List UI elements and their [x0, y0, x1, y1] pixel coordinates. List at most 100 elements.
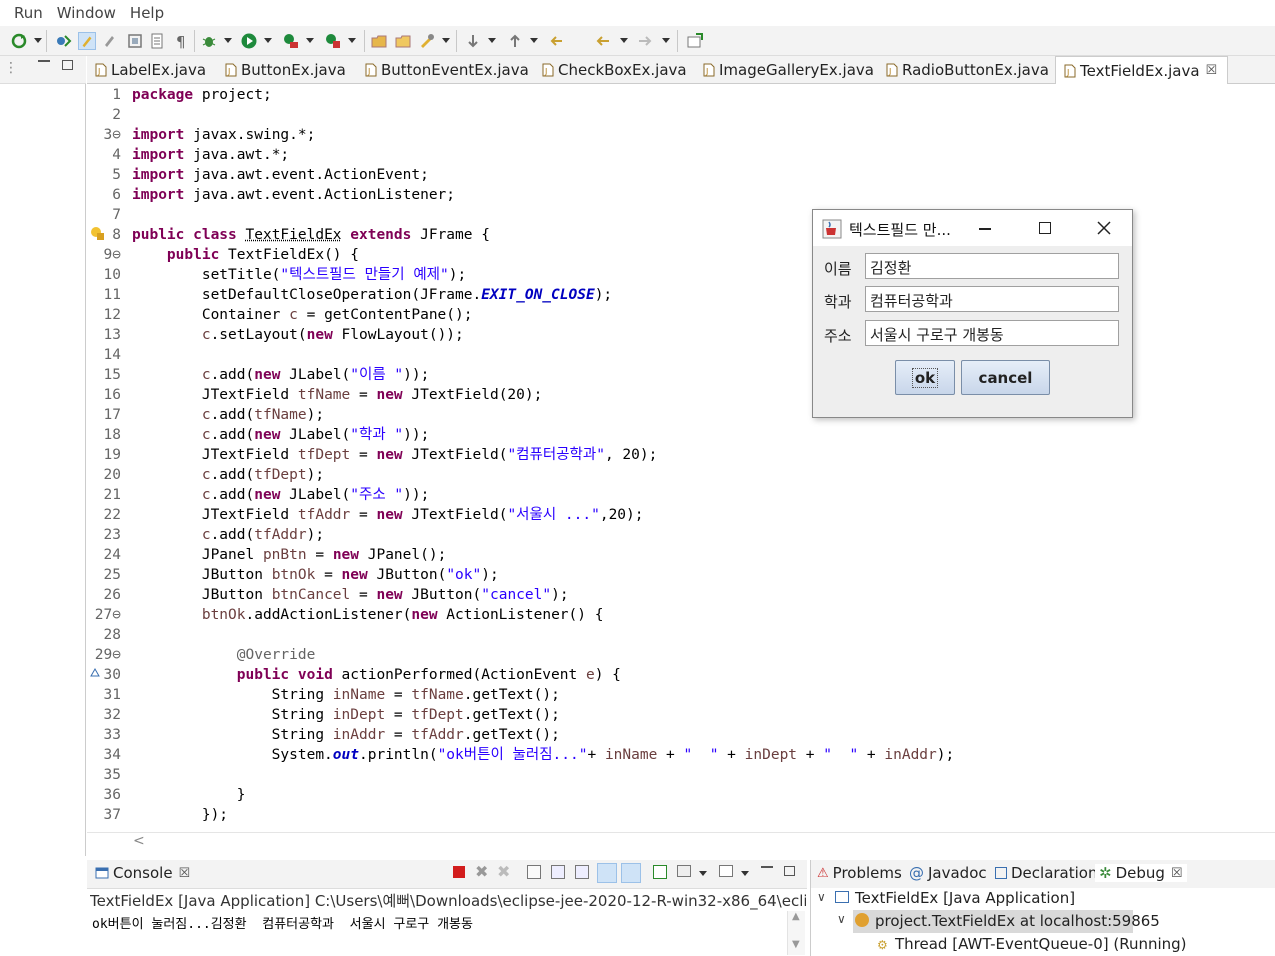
chevron-down-icon[interactable]	[699, 871, 707, 876]
tab-imagegalleryex[interactable]: J ImageGalleryEx.java	[703, 56, 874, 84]
debug-step-icon[interactable]	[54, 32, 72, 50]
maximize-icon[interactable]	[1039, 222, 1051, 234]
code-line[interactable]: });	[132, 805, 228, 825]
coverage-icon[interactable]	[282, 32, 300, 50]
next-annotation-icon[interactable]	[464, 32, 482, 50]
terminate-icon[interactable]	[453, 866, 465, 878]
maximize-icon[interactable]	[784, 866, 795, 876]
forward-icon[interactable]	[636, 32, 654, 50]
code-line[interactable]: String inAddr = tfAddr.getText();	[132, 725, 560, 745]
debug-tree-target[interactable]: project.TextFieldEx at localhost:59865	[875, 912, 1160, 930]
code-line[interactable]: JTextField tfAddr = new JTextField("서울시 …	[132, 505, 644, 525]
tab-checkboxex[interactable]: J CheckBoxEx.java	[542, 56, 687, 84]
tab-console[interactable]: Console ☒	[95, 864, 190, 882]
menu-window[interactable]: Window	[50, 4, 123, 22]
close-icon[interactable]	[1097, 221, 1111, 235]
external-tools-icon[interactable]	[324, 32, 342, 50]
tab-buttonex[interactable]: J ButtonEx.java	[225, 56, 346, 84]
code-line[interactable]: c.add(tfName);	[132, 405, 324, 425]
code-line[interactable]: JButton btnOk = new JButton("ok");	[132, 565, 499, 585]
menu-run[interactable]: Run	[7, 4, 50, 22]
code-line[interactable]: c.add(new JLabel("학과 "));	[132, 425, 430, 445]
code-line[interactable]: setTitle("텍스트필드 만들기 예제");	[132, 265, 466, 285]
search-tool-icon[interactable]	[418, 32, 436, 50]
chevron-down-icon[interactable]	[224, 38, 232, 43]
open-type-icon[interactable]	[370, 32, 388, 50]
pilcrow-icon[interactable]: ¶	[172, 32, 190, 50]
horizontal-scrollbar[interactable]: <	[87, 832, 1275, 852]
annotation-icon[interactable]	[102, 32, 120, 50]
minimize-icon[interactable]	[38, 60, 50, 62]
code-line[interactable]: package project;	[132, 85, 272, 105]
code-editor[interactable]: 1 2 3⊖ 4 5 6 7 8 9⊖ 10 11 12 13 14 15 16 17 18 19 20 21 22 23 2…	[87, 84, 1275, 832]
chevron-down-icon[interactable]	[34, 38, 42, 43]
debug-tree-app[interactable]: TextFieldEx [Java Application]	[855, 889, 1075, 907]
bug-icon[interactable]	[200, 32, 218, 50]
chevron-down-icon[interactable]	[662, 38, 670, 43]
name-field[interactable]: 김정환	[865, 253, 1119, 279]
dept-field[interactable]: 컴퓨터공학과	[865, 286, 1119, 312]
open-console-icon[interactable]	[719, 865, 733, 877]
tab-declaration[interactable]: Declaration	[995, 864, 1097, 882]
code-line[interactable]: c.add(tfDept);	[132, 465, 324, 485]
code-line[interactable]: JButton btnCancel = new JButton("cancel"…	[132, 585, 569, 605]
chevron-down-icon[interactable]	[306, 38, 314, 43]
show-console-stderr-icon[interactable]	[621, 863, 641, 883]
code-line[interactable]: Container c = getContentPane();	[132, 305, 473, 325]
remove-all-icon[interactable]: ✖	[497, 862, 510, 881]
chevron-down-icon[interactable]	[264, 38, 272, 43]
block-select-icon[interactable]	[126, 32, 144, 50]
clear-console-icon[interactable]	[527, 865, 541, 879]
code-line[interactable]: import java.awt.*;	[132, 145, 289, 165]
tab-debug[interactable]: ✲ Debug ☒	[1095, 864, 1187, 882]
chevron-down-icon[interactable]: ∨	[817, 890, 826, 904]
code-line[interactable]: c.add(new JLabel("주소 "));	[132, 485, 430, 505]
close-tab-icon[interactable]: ☒	[1206, 63, 1218, 78]
code-line[interactable]: }	[132, 785, 246, 805]
ok-button[interactable]: ok	[895, 360, 955, 395]
debug-tree-thread[interactable]: Thread [AWT-EventQueue-0] (Running)	[895, 935, 1187, 953]
code-line[interactable]: String inDept = tfDept.getText();	[132, 705, 560, 725]
minimize-icon[interactable]	[761, 866, 773, 868]
close-icon[interactable]: ☒	[179, 866, 191, 881]
tab-textfieldex[interactable]: J TextFieldEx.java ☒	[1055, 56, 1229, 84]
code-line[interactable]: btnOk.addActionListener(new ActionListen…	[132, 605, 604, 625]
remove-launch-icon[interactable]: ✖	[475, 862, 488, 881]
maximize-icon[interactable]	[62, 60, 73, 70]
scroll-lock-icon[interactable]	[551, 865, 565, 879]
chevron-down-icon[interactable]: ∨	[837, 912, 846, 926]
code-line[interactable]: public void actionPerformed(ActionEvent …	[132, 665, 621, 685]
dialog-titlebar[interactable]: 텍스트필드 만...	[813, 210, 1132, 246]
close-icon[interactable]: ☒	[1171, 866, 1183, 881]
vertical-scrollbar[interactable]: ▲ ▼	[787, 911, 805, 955]
console-view[interactable]: TextFieldEx [Java Application] C:\Users\…	[87, 888, 807, 956]
chevron-down-icon[interactable]	[488, 38, 496, 43]
view-menu-icon[interactable]: ⋮	[4, 60, 18, 76]
open-perspective-icon[interactable]	[686, 32, 704, 50]
run-icon[interactable]	[240, 32, 258, 50]
display-console-icon[interactable]	[677, 865, 691, 877]
code-line[interactable]: setDefaultCloseOperation(JFrame.EXIT_ON_…	[132, 285, 612, 305]
code-line[interactable]: c.add(new JLabel("이름 "));	[132, 365, 430, 385]
code-line[interactable]: JTextField tfName = new JTextField(20);	[132, 385, 543, 405]
chevron-down-icon[interactable]	[348, 38, 356, 43]
last-edit-icon[interactable]	[548, 32, 566, 50]
tab-buttoneventex[interactable]: J ButtonEventEx.java	[365, 56, 529, 84]
address-field[interactable]: 서울시 구로구 개봉동	[865, 320, 1119, 346]
code-line[interactable]: System.out.println("ok버튼이 눌러짐..."+ inNam…	[132, 745, 955, 765]
code-line[interactable]: import javax.swing.*;	[132, 125, 315, 145]
tab-problems[interactable]: ⚠ Problems	[817, 864, 902, 882]
pin-console-icon[interactable]	[653, 865, 667, 879]
refresh-icon[interactable]	[10, 32, 28, 50]
code-line[interactable]: JPanel pnBtn = new JPanel();	[132, 545, 447, 565]
code-line[interactable]: import java.awt.event.ActionEvent;	[132, 165, 429, 185]
chevron-down-icon[interactable]	[741, 871, 749, 876]
code-line[interactable]: c.setLayout(new FlowLayout());	[132, 325, 464, 345]
chevron-down-icon[interactable]	[530, 38, 538, 43]
code-line[interactable]: c.add(tfAddr);	[132, 525, 324, 545]
back-icon[interactable]	[594, 32, 612, 50]
scroll-down-icon[interactable]: ▼	[792, 939, 800, 950]
show-console-stdout-icon[interactable]	[597, 863, 617, 883]
scroll-up-icon[interactable]: ▲	[792, 911, 800, 922]
chevron-down-icon[interactable]	[442, 38, 450, 43]
